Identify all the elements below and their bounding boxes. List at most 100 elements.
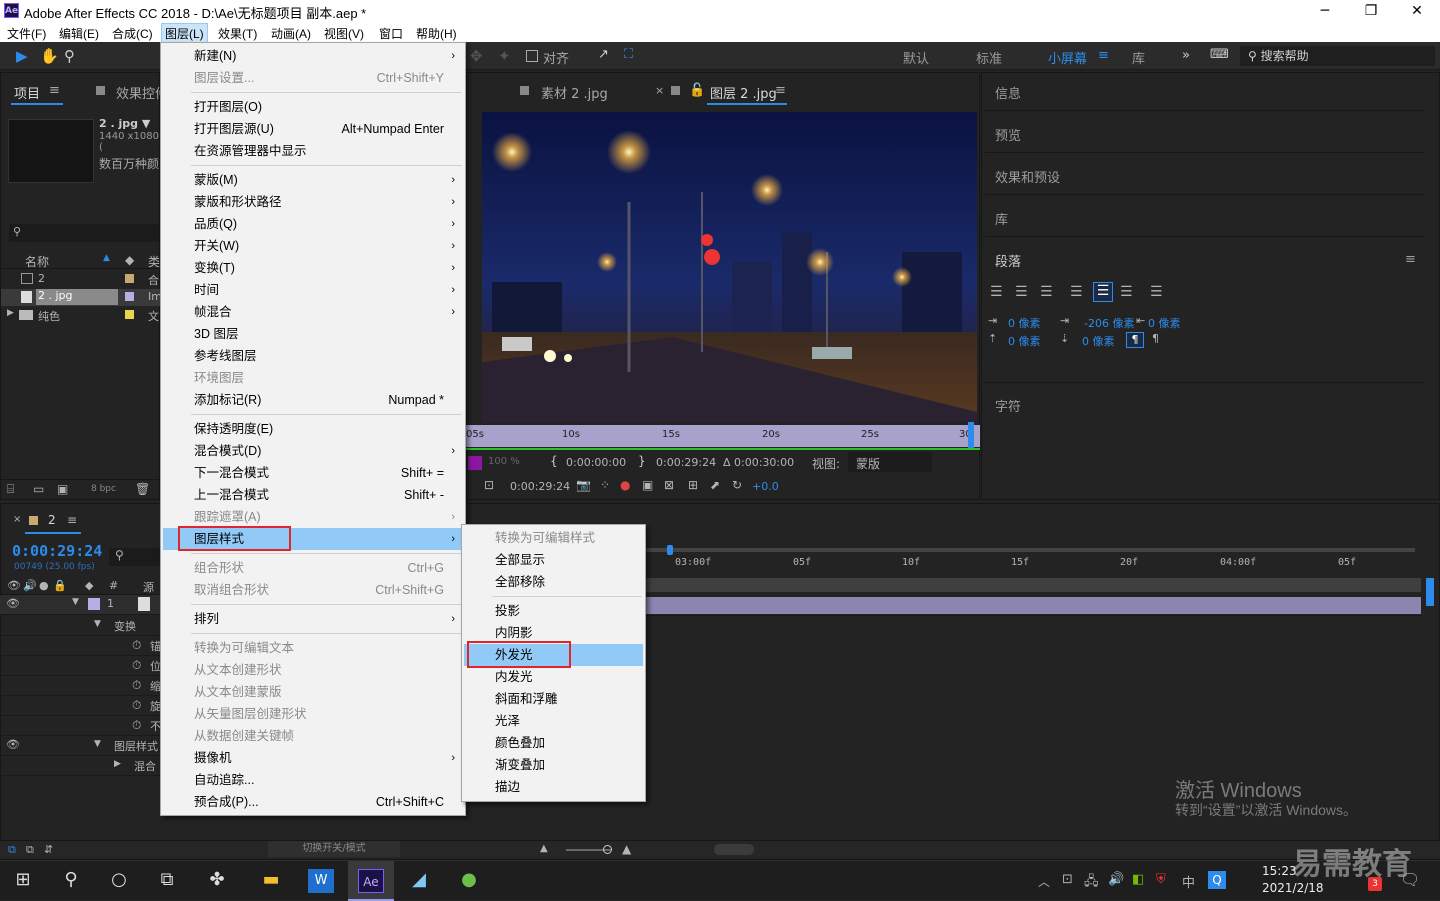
nvidia-icon[interactable]: ◧ <box>1132 872 1144 887</box>
windows-start-icon[interactable]: ⊞ <box>10 869 36 893</box>
cortana-icon[interactable]: ○ <box>106 869 132 893</box>
layer-menu-item[interactable]: 蒙版和形状路径 › <box>163 191 463 213</box>
video-switch-icon[interactable]: 👁 <box>7 579 21 592</box>
layer-menu-item[interactable]: 品质(Q) › <box>163 213 463 235</box>
layer-menu-item[interactable]: 排列 › <box>163 608 463 630</box>
layer-menu-item[interactable]: 蒙版(M) › <box>163 169 463 191</box>
timeline-navigator[interactable] <box>645 578 1421 592</box>
comp-tab-name[interactable]: 2 <box>48 513 56 527</box>
network-icon[interactable]: 🖧 <box>1084 872 1099 894</box>
current-time[interactable]: 0:00:29:24 <box>510 480 570 493</box>
align-left-icon[interactable]: ☰ <box>990 284 1003 300</box>
comp-flowchart-icon[interactable]: ⧉ <box>8 843 16 857</box>
snap-grid-icon[interactable]: ⛶ <box>624 47 633 62</box>
layer-menu-item[interactable]: 预合成(P)... Ctrl+Shift+C <box>163 791 463 813</box>
expand-arrow-icon[interactable]: ▶ <box>7 308 14 318</box>
transparency-grid-icon[interactable]: ▣ <box>642 478 653 492</box>
menu-file[interactable]: 文件(F) <box>4 24 49 43</box>
layer-menu-item[interactable]: 打开图层(O) <box>163 96 463 118</box>
timeline-search-field[interactable]: ⚲ <box>109 548 161 566</box>
search-icon[interactable]: ⚲ <box>58 869 84 893</box>
layer-menu-item[interactable]: 保持透明度(E) <box>163 418 463 440</box>
layer-menu-item[interactable]: 帧混合 › <box>163 301 463 323</box>
maximize-button[interactable]: ❐ <box>1348 0 1394 22</box>
clock-date[interactable]: 2021/2/18 <box>1262 881 1324 895</box>
styles-visibility-icon[interactable]: 👁 <box>6 738 20 751</box>
set-out-icon[interactable]: } <box>638 454 646 468</box>
zoom-slider-handle[interactable] <box>603 845 612 854</box>
rtl-direction-icon[interactable]: ¶ <box>1152 332 1159 345</box>
layer-style-item[interactable]: 光泽 <box>464 710 643 732</box>
in-point-time[interactable]: 0:00:00:00 <box>566 456 626 469</box>
file-explorer-icon[interactable]: ▬ <box>258 869 284 893</box>
viewer-tab-menu[interactable]: ≡ <box>775 83 786 98</box>
justify-last-right-icon[interactable]: ☰ <box>1120 284 1133 300</box>
region-of-interest-icon[interactable]: ⊡ <box>484 478 494 492</box>
menu-composition[interactable]: 合成(C) <box>109 24 156 43</box>
workspace-default[interactable]: 默认 <box>903 48 929 67</box>
work-area-bar[interactable] <box>645 545 1425 557</box>
out-point-time[interactable]: 0:00:29:24 <box>656 456 716 469</box>
search-help-field[interactable]: ⚲ 搜索帮助 <box>1240 46 1435 66</box>
align-right-icon[interactable]: ☰ <box>1040 284 1053 300</box>
panel-effects-presets[interactable]: 效果和预设 <box>995 167 1060 186</box>
layer-style-item[interactable]: 渐变叠加 <box>464 754 643 776</box>
show-channel-icon[interactable]: ⁘ <box>600 478 610 492</box>
workspace-library[interactable]: 库 <box>1132 48 1145 67</box>
align-center-icon[interactable]: ☰ <box>1015 284 1028 300</box>
timeline-ruler[interactable]: 03:00f 05f 10f 15f 20f 04:00f 05f <box>645 557 1425 575</box>
layer-menu-item[interactable]: 在资源管理器中显示 <box>163 140 463 162</box>
layer-menu-item[interactable]: 时间 › <box>163 279 463 301</box>
volume-icon[interactable]: 🔊 <box>1108 872 1124 887</box>
menu-layer[interactable]: 图层(L) <box>161 23 208 44</box>
column-name[interactable]: 名称 <box>25 253 49 270</box>
stopwatch-icon[interactable]: ⏱ <box>132 698 141 713</box>
justify-last-center-icon[interactable]: ☰ <box>1093 282 1113 302</box>
interpret-footage-icon[interactable]: ⌸ <box>7 482 14 497</box>
styles-expand-icon[interactable]: ▼ <box>94 739 101 749</box>
tray-app-icon[interactable]: ⊡ <box>1062 872 1073 887</box>
task-view-icon[interactable]: ⧉ <box>154 869 180 893</box>
panel-preview[interactable]: 预览 <box>995 125 1021 144</box>
project-search-field[interactable]: ⚲ <box>9 224 159 242</box>
graph-editor-icon[interactable]: ⇵ <box>44 843 53 856</box>
reset-exposure-icon[interactable]: ↻ <box>732 478 742 492</box>
workspace-more-button[interactable]: » <box>1182 48 1190 63</box>
stopwatch-icon[interactable]: ⏱ <box>132 718 141 733</box>
menu-effect[interactable]: 效果(T) <box>215 24 260 43</box>
panel-paragraph[interactable]: 段落 <box>995 251 1021 270</box>
puppet-tool-icon[interactable]: ✦ <box>498 47 511 65</box>
fast-preview-icon[interactable]: ⬈ <box>710 478 720 492</box>
grid-icon[interactable]: ⊞ <box>688 478 698 492</box>
menu-window[interactable]: 窗口 <box>376 24 406 43</box>
layer-visibility-icon[interactable]: 👁 <box>6 597 20 610</box>
layer-menu-item[interactable]: 变换(T) › <box>163 257 463 279</box>
indent-left-value[interactable]: 0 像素 <box>1008 315 1041 331</box>
hand-tool-icon[interactable]: ✋ <box>40 47 59 65</box>
new-composition-icon[interactable]: ▣ <box>57 482 68 496</box>
action-center-icon[interactable]: 🗨 <box>1400 870 1420 889</box>
snapshot-icon[interactable]: 📷 <box>576 478 591 492</box>
justify-last-left-icon[interactable]: ☰ <box>1070 284 1083 300</box>
project-item-row[interactable]: ▶ 纯色 文 <box>1 307 161 324</box>
opacity-value[interactable]: 100 % <box>488 456 520 467</box>
timeline-timecode[interactable]: 0:00:29:24 <box>12 542 102 560</box>
layer-duration-bar[interactable] <box>645 597 1421 614</box>
layer-menu-item[interactable]: 下一混合模式 Shift+ = <box>163 462 463 484</box>
view-dropdown[interactable]: 蒙版 <box>848 452 932 472</box>
space-after-value[interactable]: 0 像素 <box>1082 333 1115 349</box>
menu-help[interactable]: 帮助(H) <box>413 24 460 43</box>
transform-expand-icon[interactable]: ▼ <box>94 619 101 629</box>
project-item-row[interactable]: 2 合 <box>1 271 161 288</box>
ltr-direction-icon[interactable]: ¶ <box>1126 332 1144 348</box>
new-folder-icon[interactable]: ▭ <box>33 482 44 496</box>
green-app-icon[interactable]: ● <box>456 869 482 893</box>
tab-project[interactable]: 项目 <box>14 83 40 102</box>
column-type[interactable]: 类 <box>148 253 160 270</box>
pinwheel-app-icon[interactable]: ✤ <box>204 869 230 893</box>
solo-switch-icon[interactable]: ● <box>39 579 49 592</box>
stopwatch-icon[interactable]: ⏱ <box>132 678 141 693</box>
justify-all-icon[interactable]: ☰ <box>1150 284 1163 300</box>
horizontal-scrollbar[interactable] <box>714 844 754 855</box>
layer-menu-item[interactable]: 自动追踪... <box>163 769 463 791</box>
